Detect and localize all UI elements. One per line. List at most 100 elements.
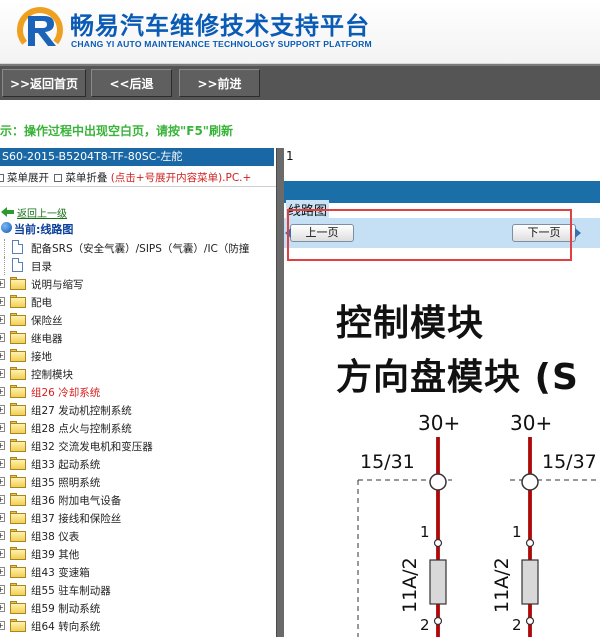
folder-icon xyxy=(10,421,26,434)
folder-icon xyxy=(10,601,26,614)
right-arrow-icon xyxy=(575,228,581,238)
tree-node-label[interactable]: 配电 xyxy=(31,295,52,310)
expand-plus-icon[interactable]: + xyxy=(0,423,5,432)
folder-icon xyxy=(10,457,26,470)
tree-node[interactable]: + 接地 xyxy=(0,347,276,365)
tree-node-label[interactable]: 组32 交流发电机和变压器 xyxy=(31,439,153,454)
expand-plus-icon[interactable]: + xyxy=(0,495,5,504)
expand-plus-icon[interactable]: + xyxy=(0,585,5,594)
tree-node-label[interactable]: 组28 点火与控制系统 xyxy=(31,421,132,436)
expand-plus-icon[interactable]: + xyxy=(0,369,5,378)
tree-node[interactable]: + 组43 变速箱 xyxy=(0,563,276,581)
highlight-annotation xyxy=(287,209,572,261)
tree-node-label[interactable]: 组37 接线和保险丝 xyxy=(31,511,121,526)
tree-node-label[interactable]: 组33 起动系统 xyxy=(31,457,100,472)
folder-icon xyxy=(10,439,26,452)
tree-node[interactable]: + 组32 交流发电机和变压器 xyxy=(0,437,276,455)
tree-node[interactable]: + 组28 点火与控制系统 xyxy=(0,419,276,437)
tree-node-label[interactable]: 组36 附加电气设备 xyxy=(31,493,121,508)
expand-plus-icon[interactable]: + xyxy=(0,567,5,576)
tree-node[interactable]: + 组55 驻车制动器 xyxy=(0,581,276,599)
tree-node[interactable]: 目录 xyxy=(0,257,276,275)
menu-hint: (点击+号展开内容菜单).PC.+ xyxy=(110,172,252,184)
expand-plus-icon[interactable]: + xyxy=(0,621,5,630)
expand-plus-icon[interactable]: + xyxy=(0,405,5,414)
expand-plus-icon[interactable]: + xyxy=(0,603,5,612)
expand-plus-icon[interactable]: + xyxy=(0,477,5,486)
expand-plus-icon[interactable]: + xyxy=(0,279,5,288)
tree-node-label[interactable]: 组38 仪表 xyxy=(31,529,79,544)
back-button[interactable]: <<后退 xyxy=(91,69,172,97)
page-number: 1 xyxy=(286,149,294,163)
tree-node-label[interactable]: 保险丝 xyxy=(31,313,63,328)
tree-node[interactable]: + 组27 发动机控制系统 xyxy=(0,401,276,419)
tree-node-label[interactable]: 组27 发动机控制系统 xyxy=(31,403,132,418)
tree-node-label[interactable]: 组59 制动系统 xyxy=(31,601,100,616)
home-button[interactable]: >>返回首页 xyxy=(2,69,86,97)
expand-all-link[interactable]: 菜单展开 xyxy=(7,172,49,184)
expand-plus-icon[interactable]: + xyxy=(0,549,5,558)
tree-node[interactable]: + 继电器 xyxy=(0,329,276,347)
tree-node[interactable]: 配备SRS（安全气囊）/SIPS（气囊）/IC（防撞 xyxy=(0,239,276,257)
expand-plus-icon[interactable]: + xyxy=(0,513,5,522)
expand-plus-icon[interactable]: + xyxy=(0,459,5,468)
tree-line xyxy=(4,239,5,257)
circuit-label-a: 15/31 xyxy=(360,451,415,473)
tree-node-label[interactable]: 控制模块 xyxy=(31,367,73,382)
fuse-label-a: 11A/2 xyxy=(399,557,421,613)
expand-checkbox-icon[interactable] xyxy=(0,174,4,182)
forward-button[interactable]: >>前进 xyxy=(179,69,260,97)
up-level-link[interactable]: 返回上一级 xyxy=(17,205,67,220)
tree-node-label[interactable]: 组26 冷却系统 xyxy=(31,385,100,400)
tree-node-label[interactable]: 接地 xyxy=(31,349,52,364)
document-viewer: 1 上一页 下一页 线路图 控制模块 方向盘模块 (S 30+ 30+ 15/3… xyxy=(284,148,600,637)
doc-title-line2: 方向盘模块 (S xyxy=(336,357,579,398)
fuse-label-b: 11A/2 xyxy=(491,557,513,613)
folder-icon xyxy=(10,277,26,290)
pin-label-a1: 1 xyxy=(420,523,430,541)
brand-subtitle: CHANG YI AUTO MAINTENANCE TECHNOLOGY SUP… xyxy=(71,39,372,49)
tree-node[interactable]: + 组35 照明系统 xyxy=(0,473,276,491)
tree-node-label[interactable]: 组64 转向系统 xyxy=(31,619,100,634)
folder-icon xyxy=(10,619,26,632)
viewer-header-band xyxy=(284,181,600,203)
tree-node[interactable]: + 组39 其他 xyxy=(0,545,276,563)
tree-node[interactable]: + 说明与缩写 xyxy=(0,275,276,293)
tree-node[interactable]: + 组33 起动系统 xyxy=(0,455,276,473)
tree-node-label[interactable]: 组55 驻车制动器 xyxy=(31,583,111,598)
folder-icon xyxy=(10,367,26,380)
collapse-all-link[interactable]: 菜单折叠 xyxy=(65,172,107,184)
tree-node[interactable]: + 组59 制动系统 xyxy=(0,599,276,617)
tree-node-label[interactable]: 组43 变速箱 xyxy=(31,565,90,580)
tree-node-label[interactable]: 配备SRS（安全气囊）/SIPS（气囊）/IC（防撞 xyxy=(31,241,249,256)
document-icon xyxy=(12,240,23,254)
expand-plus-icon[interactable]: + xyxy=(0,531,5,540)
collapse-checkbox-icon[interactable] xyxy=(54,174,63,182)
pin-b1 xyxy=(525,538,535,548)
tree-node-label[interactable]: 继电器 xyxy=(31,331,63,346)
tree-node[interactable]: + 保险丝 xyxy=(0,311,276,329)
expand-plus-icon[interactable]: + xyxy=(0,297,5,306)
tree-node-label[interactable]: 组35 照明系统 xyxy=(31,475,100,490)
tree-node[interactable]: + 组38 仪表 xyxy=(0,527,276,545)
expand-plus-icon[interactable]: + xyxy=(0,333,5,342)
tree-node[interactable]: + 组64 转向系统 xyxy=(0,617,276,635)
tree-node[interactable]: + 控制模块 xyxy=(0,365,276,383)
tree-node[interactable]: + 组26 冷却系统 xyxy=(0,383,276,401)
expand-plus-icon[interactable]: + xyxy=(0,387,5,396)
folder-icon xyxy=(10,511,26,524)
folder-icon xyxy=(10,313,26,326)
expand-plus-icon[interactable]: + xyxy=(0,441,5,450)
nav-bar: >>返回首页 <<后退 >>前进 xyxy=(0,64,600,100)
panel-splitter[interactable] xyxy=(276,148,284,637)
wiring-diagram: 30+ 30+ 15/31 15/37 1 2 1 2 11A/2 11A/2 xyxy=(357,411,600,637)
expand-plus-icon[interactable]: + xyxy=(0,315,5,324)
tree-node[interactable]: + 配电 xyxy=(0,293,276,311)
menu-controls: 菜单展开 菜单折叠 (点击+号展开内容菜单).PC.+ xyxy=(0,170,251,185)
tree-node[interactable]: + 组36 附加电气设备 xyxy=(0,491,276,509)
tree-node-label[interactable]: 目录 xyxy=(31,259,52,274)
tree-node-label[interactable]: 说明与缩写 xyxy=(31,277,84,292)
tree-node-label[interactable]: 组39 其他 xyxy=(31,547,79,562)
expand-plus-icon[interactable]: + xyxy=(0,351,5,360)
tree-node[interactable]: + 组37 接线和保险丝 xyxy=(0,509,276,527)
